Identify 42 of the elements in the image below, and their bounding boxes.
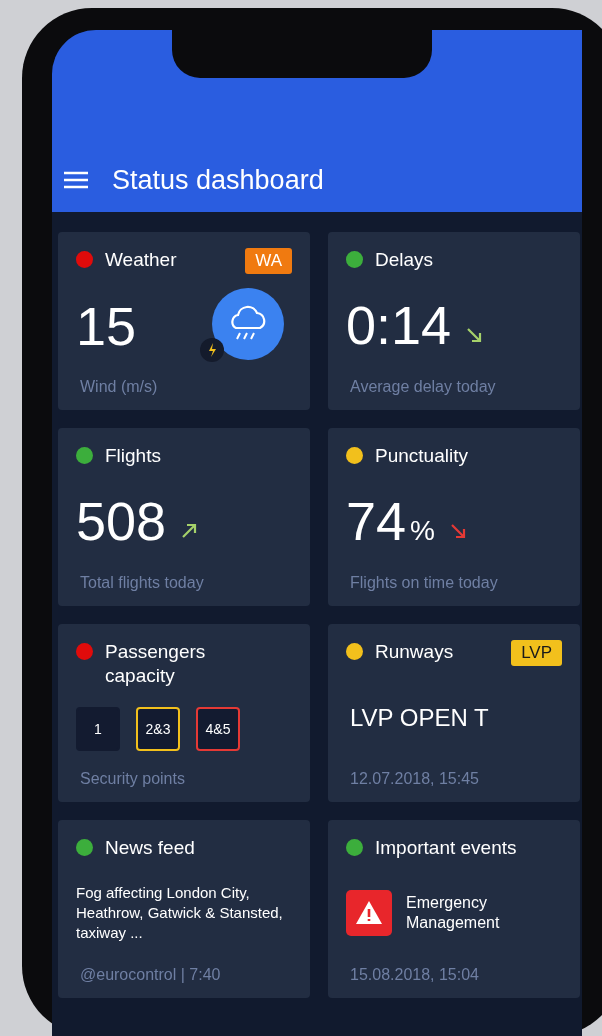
caption-text: 12.07.2018, 15:45: [350, 770, 480, 788]
value-text: 0:14: [346, 298, 452, 352]
card-title: Punctuality: [375, 444, 469, 468]
security-point-chip[interactable]: 2&3: [136, 707, 180, 751]
news-text: Fog affecting London City, Heathrow, Gatwick & Stansted, taxiway ...: [76, 883, 284, 943]
caption-text: Total flights today: [80, 574, 205, 592]
caption-text: Wind (m/s): [80, 378, 159, 396]
status-card[interactable]: News feed Fog affecting London City, Heathrow, Gatwick & Stansted, taxiway ... @eurocontrol | 7:40: [58, 820, 310, 998]
status-card[interactable]: Delays 0:14 Average delay today: [328, 232, 580, 410]
value-text: 15: [76, 299, 137, 353]
status-badge: WA: [245, 248, 292, 274]
card-title: News feed: [105, 836, 196, 860]
status-text: LVP OPEN T: [350, 704, 490, 732]
event-text: Emergency Management: [406, 893, 501, 933]
card-title: Weather: [105, 248, 178, 272]
caption-text: Average delay today: [350, 378, 497, 396]
lightning-icon: [200, 338, 224, 362]
caption-text: @eurocontrol | 7:40: [80, 966, 222, 984]
card-title: Runways: [375, 640, 455, 664]
value-text: 508: [76, 494, 167, 548]
caption-text: Flights on time today: [350, 574, 499, 592]
status-card[interactable]: Punctuality 74% Flights on time today: [328, 428, 580, 606]
card-title: Delays: [375, 248, 435, 272]
card-title: Flights: [105, 444, 162, 468]
status-badge: LVP: [511, 640, 562, 666]
unit-text: %: [410, 515, 435, 547]
screen-title: Status dashboard: [112, 164, 324, 196]
status-card[interactable]: Flights 508 Total flights today: [58, 428, 310, 606]
card-title: Passengers capacity: [105, 640, 207, 688]
menu-icon[interactable]: [64, 171, 88, 189]
status-card[interactable]: Passengers capacity 1 2&3 4&5 Security points: [58, 624, 310, 802]
security-point-chip[interactable]: 4&5: [196, 707, 240, 751]
value-text: 74: [346, 494, 407, 548]
caption-text: 15.08.2018, 15:04: [350, 966, 480, 984]
status-card[interactable]: Weather WA 15 Wind (m/s): [58, 232, 310, 410]
status-card[interactable]: Runways LVP LVP OPEN T 12.07.2018, 15:45: [328, 624, 580, 802]
caption-text: Security points: [80, 770, 186, 788]
rain-cloud-icon: [212, 288, 284, 360]
status-card[interactable]: Important events Emergency Management 15.08.2018, 15:04: [328, 820, 580, 998]
warning-icon: [346, 890, 392, 936]
security-point-chip[interactable]: 1: [76, 707, 120, 751]
card-title: Important events: [375, 836, 518, 860]
